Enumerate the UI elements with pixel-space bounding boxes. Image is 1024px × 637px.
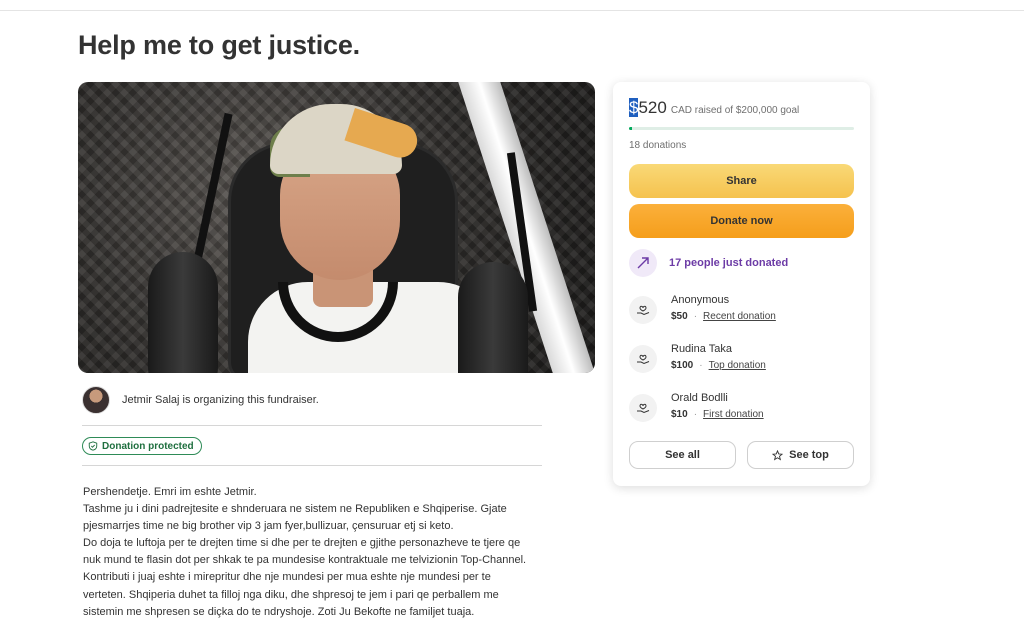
separator-dot: · — [693, 311, 698, 322]
donation-item: Orald Bodlli $10 · First donation — [629, 392, 764, 422]
heart-hand-icon — [629, 345, 657, 373]
organizer-avatar[interactable] — [82, 386, 110, 414]
star-icon — [772, 449, 784, 461]
donation-card: $520 CAD raised of $200,000 goal 18 dona… — [613, 82, 870, 486]
donor-name: Orald Bodlli — [671, 392, 728, 404]
separator-dot: · — [693, 409, 698, 420]
organizer-text: Jetmir Salaj is organizing this fundrais… — [122, 394, 319, 406]
donation-item: Rudina Taka $100 · Top donation — [629, 343, 766, 373]
story-line: Do doja te luftoja per te drejten time s… — [83, 537, 521, 550]
donation-protected-badge[interactable]: Donation protected — [82, 437, 202, 455]
story-line: Pershendetje. Emri im eshte Jetmir. — [83, 486, 257, 498]
photo-microphone — [458, 262, 528, 373]
fundraiser-story: Pershendetje. Emri im eshte Jetmir. Tash… — [83, 484, 553, 621]
see-top-label: See top — [789, 449, 829, 461]
donation-tag-link[interactable]: Recent donation — [703, 311, 776, 322]
shield-check-icon — [88, 441, 98, 451]
donation-item: Anonymous $50 · Recent donation — [629, 294, 776, 324]
story-line: verteten. Shqiperia duhet ta filloj nga … — [83, 588, 499, 601]
amount-raised: $520 CAD raised of $200,000 goal — [629, 98, 799, 118]
recent-activity: 17 people just donated — [629, 249, 788, 277]
story-line: pjesmarrjes time ne big brother vip 3 ja… — [83, 520, 454, 533]
share-button[interactable]: Share — [629, 164, 854, 198]
heart-hand-icon — [629, 296, 657, 324]
donation-tag-link[interactable]: First donation — [703, 409, 764, 420]
goal-progress-bar — [629, 127, 854, 130]
raised-amount: $520 — [629, 98, 667, 118]
divider — [82, 425, 542, 426]
separator-dot: · — [699, 360, 703, 371]
photo-microphone — [148, 252, 218, 373]
story-line: Tashme ju i dini padrejtesite e shnderua… — [83, 503, 507, 516]
donation-amount: $10 — [671, 409, 688, 420]
donate-now-button[interactable]: Donate now — [629, 204, 854, 238]
trending-up-icon — [629, 249, 657, 277]
page-title: Help me to get justice. — [78, 30, 360, 60]
see-top-button[interactable]: See top — [747, 441, 854, 469]
divider — [82, 465, 542, 466]
people-donated-text: 17 people just donated — [669, 257, 789, 269]
goal-progress-fill — [629, 127, 632, 130]
organizer-row: Jetmir Salaj is organizing this fundrais… — [82, 386, 319, 414]
story-line: sistemin me shpresen se diçka do te ndry… — [83, 605, 475, 618]
story-line: Kontributi i juaj eshte i mirepritur dhe… — [83, 571, 491, 584]
story-line: nuk mund te flasin dot per shkak te pa m… — [83, 554, 527, 567]
see-all-button[interactable]: See all — [629, 441, 736, 469]
donor-name: Rudina Taka — [671, 343, 732, 355]
fundraiser-photo — [78, 82, 595, 373]
header-divider — [0, 10, 1024, 11]
goal-text: CAD raised of $200,000 goal — [670, 105, 800, 116]
donation-tag-link[interactable]: Top donation — [709, 360, 766, 371]
donation-protected-label: Donation protected — [102, 440, 194, 452]
donation-amount: $100 — [671, 360, 694, 371]
donation-amount: $50 — [671, 311, 688, 322]
raised-value: 520 — [638, 98, 667, 117]
heart-hand-icon — [629, 394, 657, 422]
donations-count: 18 donations — [629, 140, 687, 151]
donor-name: Anonymous — [671, 294, 730, 306]
